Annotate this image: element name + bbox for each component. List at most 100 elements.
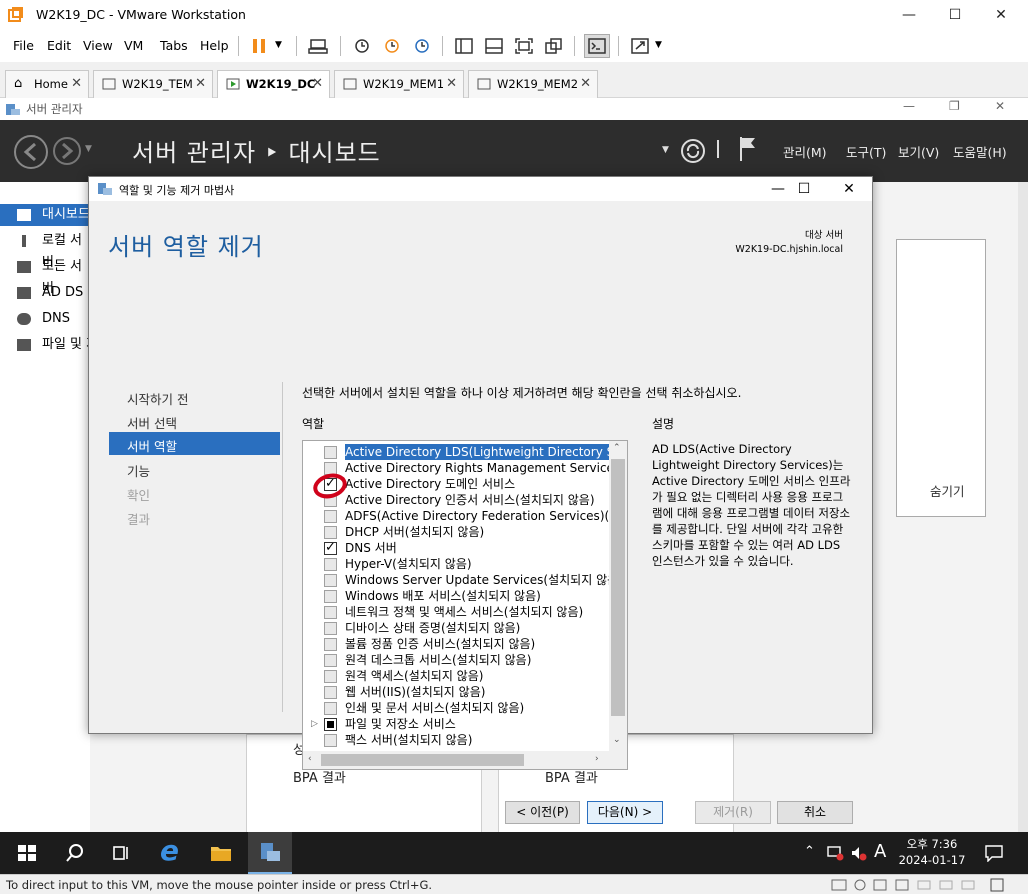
role-row[interactable]: Windows 배포 서비스(설치되지 않음) — [303, 588, 609, 604]
minimize-button[interactable]: — — [886, 0, 932, 30]
send-ctrl-alt-del-icon[interactable] — [308, 37, 328, 55]
tab-w2k19-mem1[interactable]: W2K19_MEM1 ✕ — [334, 70, 464, 98]
role-row[interactable]: 인쇄 및 문서 서비스(설치되지 않음) — [303, 700, 609, 716]
scroll-up-icon[interactable]: ⌃ — [613, 443, 621, 453]
sidebar-item-ad-ds[interactable]: AD DS — [0, 282, 90, 304]
refresh-dropdown-icon[interactable]: ▼ — [662, 145, 669, 155]
menu-view[interactable]: 보기(V) — [898, 142, 939, 161]
dialog-close-button[interactable]: ✕ — [826, 177, 872, 201]
close-button[interactable]: ✕ — [978, 0, 1024, 30]
menu-tools[interactable]: 도구(T) — [846, 142, 886, 161]
sm-restore-button[interactable]: ❐ — [949, 99, 960, 113]
dialog-maximize-button[interactable]: ☐ — [781, 177, 827, 201]
scroll-down-icon[interactable]: ⌄ — [613, 735, 621, 745]
tab-w2k19-dc[interactable]: W2K19_DC ✕ — [217, 70, 330, 99]
scroll-right-icon[interactable]: › — [595, 754, 599, 764]
sidebar-item-all-servers[interactable]: 모든 서버 — [0, 256, 90, 296]
sm-close-button[interactable]: ✕ — [995, 99, 1005, 113]
menu-tabs[interactable]: Tabs — [160, 38, 188, 53]
close-tab-icon[interactable]: ✕ — [71, 71, 82, 97]
menu-help[interactable]: Help — [200, 38, 229, 53]
menu-manage[interactable]: 관리(M) — [783, 142, 827, 161]
role-row[interactable]: DHCP 서버(설치되지 않음) — [303, 524, 609, 540]
back-icon[interactable] — [13, 134, 49, 170]
start-icon[interactable] — [16, 842, 38, 864]
role-row[interactable]: 네트워크 정책 및 액세스 서비스(설치되지 않음) — [303, 604, 609, 620]
next-button[interactable]: 다음(N) > — [587, 801, 663, 824]
taskbar-clock[interactable]: 오후 7:36 2024-01-17 — [894, 836, 970, 868]
snapshot-icon[interactable] — [352, 37, 372, 55]
close-tab-icon[interactable]: ✕ — [580, 71, 591, 97]
cancel-button[interactable]: 취소 — [777, 801, 853, 824]
internet-explorer-icon[interactable]: e — [160, 834, 179, 867]
expand-icon[interactable]: ▷ — [311, 716, 318, 732]
roles-list[interactable]: Active Directory LDS(Lightweight Directo… — [302, 440, 628, 770]
sidebar-item-local-server[interactable]: 로컬 서버 — [0, 230, 90, 270]
role-checkbox[interactable] — [324, 540, 337, 556]
dashboard-scrollbar[interactable] — [1018, 182, 1028, 876]
previous-button[interactable]: < 이전(P) — [505, 801, 580, 824]
step-features[interactable]: 기능 — [127, 461, 150, 480]
vertical-scroll-thumb[interactable] — [611, 459, 625, 716]
sidebar-toggle-icon[interactable] — [454, 37, 474, 55]
sm-minimize-button[interactable]: — — [903, 99, 915, 113]
forward-icon[interactable] — [52, 136, 82, 166]
notifications-flag-icon[interactable] — [738, 135, 758, 163]
pause-icon[interactable] — [250, 37, 270, 55]
snapshot-manager-icon[interactable] — [412, 37, 432, 55]
console-view-button[interactable] — [584, 34, 610, 58]
role-row[interactable]: Windows Server Update Services(설치되지 않음) — [303, 572, 609, 588]
role-row[interactable]: DNS 서버 — [303, 540, 609, 556]
role-row[interactable]: 원격 액세스(설치되지 않음) — [303, 668, 609, 684]
unity-icon[interactable] — [544, 37, 564, 55]
menu-view[interactable]: View — [83, 38, 113, 53]
power-dropdown-icon[interactable]: ▼ — [275, 40, 282, 50]
volume-muted-icon[interactable] — [850, 845, 868, 861]
role-row[interactable]: 웹 서버(IIS)(설치되지 않음) — [303, 684, 609, 700]
revert-snapshot-icon[interactable] — [382, 37, 402, 55]
close-tab-icon[interactable]: ✕ — [312, 71, 323, 97]
maximize-button[interactable]: ☐ — [932, 0, 978, 30]
menu-edit[interactable]: Edit — [47, 38, 71, 53]
role-row[interactable]: 볼륨 정품 인증 서비스(설치되지 않음) — [303, 636, 609, 652]
role-row[interactable]: ▷ 파일 및 저장소 서비스 — [303, 716, 609, 732]
stretch-guest-icon[interactable] — [630, 37, 650, 55]
menu-vm[interactable]: VM — [124, 38, 143, 53]
task-view-icon[interactable] — [110, 842, 132, 864]
horizontal-scroll-thumb[interactable] — [321, 754, 524, 766]
sidebar-item-dns[interactable]: DNS — [0, 308, 90, 330]
network-icon[interactable] — [826, 845, 844, 861]
role-checkbox[interactable] — [324, 718, 337, 731]
step-before-you-begin[interactable]: 시작하기 전 — [127, 389, 188, 408]
guest-screen[interactable]: 서버 관리자 — ❐ ✕ ▼ 서버 관리자 ‣ 대시보드 ▼ 관리(M) 도구(… — [0, 98, 1028, 876]
tab-home[interactable]: ⌂ Home ✕ — [5, 70, 89, 98]
sidebar-item-dashboard[interactable]: 대시보드 — [0, 204, 90, 226]
tab-w2k19-mem2[interactable]: W2K19_MEM2 ✕ — [468, 70, 598, 98]
device-status-icons[interactable] — [830, 878, 990, 892]
role-row[interactable]: ADFS(Active Directory Federation Service… — [303, 508, 609, 524]
tab-w2k19-tem[interactable]: W2K19_TEM ✕ — [93, 70, 213, 98]
history-dropdown-icon[interactable]: ▼ — [85, 144, 92, 154]
close-tab-icon[interactable]: ✕ — [446, 71, 457, 97]
scroll-left-icon[interactable]: ‹ — [308, 754, 312, 764]
show-hidden-icons-icon[interactable]: ⌃ — [804, 844, 815, 859]
thumbnail-bar-icon[interactable] — [484, 37, 504, 55]
close-tab-icon[interactable]: ✕ — [195, 71, 206, 97]
menu-file[interactable]: File — [13, 38, 34, 53]
role-row[interactable]: Active Directory LDS(Lightweight Directo… — [303, 444, 609, 460]
taskbar-server-manager[interactable] — [248, 832, 292, 874]
role-row[interactable]: Hyper-V(설치되지 않음) — [303, 556, 609, 572]
role-row[interactable]: 팩스 서버(설치되지 않음) — [303, 732, 609, 748]
menu-help[interactable]: 도움말(H) — [953, 142, 1007, 161]
sidebar-item-file-storage[interactable]: 파일 및 저장소 서비스 — [0, 334, 90, 356]
refresh-icon[interactable] — [680, 138, 706, 164]
role-row[interactable]: 원격 데스크톱 서비스(설치되지 않음) — [303, 652, 609, 668]
full-screen-icon[interactable] — [514, 37, 534, 55]
search-icon[interactable] — [64, 842, 86, 864]
role-row[interactable]: 디바이스 상태 증명(설치되지 않음) — [303, 620, 609, 636]
stretch-dropdown-icon[interactable]: ▼ — [655, 40, 662, 50]
ime-indicator[interactable]: A — [874, 841, 886, 862]
message-icon[interactable] — [990, 878, 1004, 892]
step-server-selection[interactable]: 서버 선택 — [127, 413, 177, 432]
action-center-icon[interactable] — [984, 844, 1004, 862]
